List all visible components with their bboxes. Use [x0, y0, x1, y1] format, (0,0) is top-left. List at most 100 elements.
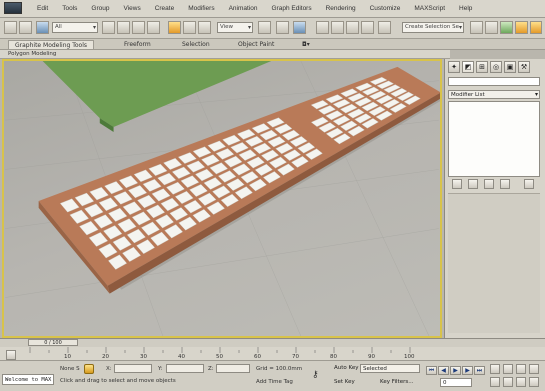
previous-frame-icon[interactable]: ◀	[438, 366, 449, 375]
zoom-extents-all-icon[interactable]	[529, 364, 539, 374]
tab-object-paint[interactable]: Object Paint	[232, 40, 280, 49]
menu-animation[interactable]: Animation	[222, 5, 265, 12]
render-icon[interactable]	[530, 21, 542, 34]
tick-label: 10	[64, 354, 71, 360]
maxscript-mini-listener[interactable]: Welcome to MAX	[2, 374, 54, 385]
key-mode-dropdown[interactable]: Selected	[360, 364, 420, 373]
zoom-extents-icon[interactable]	[516, 364, 526, 374]
pivot-point-icon[interactable]	[258, 21, 271, 34]
tick-label: 90	[368, 354, 375, 360]
menu-help[interactable]: Help	[452, 5, 479, 12]
set-key-button[interactable]: Set Key	[334, 379, 355, 385]
select-manipulate-icon[interactable]	[276, 21, 289, 34]
menu-views[interactable]: Views	[116, 5, 147, 12]
select-by-name-icon[interactable]	[117, 21, 130, 34]
select-and-rotate-icon[interactable]	[183, 21, 196, 34]
x-coord-label: X:	[106, 366, 112, 372]
zoom-all-icon[interactable]	[503, 364, 513, 374]
perspective-viewport[interactable]	[2, 59, 442, 338]
auto-key-button[interactable]: Auto Key	[334, 365, 359, 371]
menu-create[interactable]: Create	[148, 5, 182, 12]
ribbon-panel-label[interactable]: Polygon Modeling	[8, 51, 56, 57]
show-end-result-icon[interactable]	[468, 179, 478, 189]
add-time-tag[interactable]: Add Time Tag	[256, 379, 293, 385]
time-slider[interactable]	[0, 338, 545, 347]
modifier-list-dropdown[interactable]: Modifier List ▾	[448, 90, 540, 99]
menu-edit[interactable]: Edit	[30, 5, 55, 12]
snaps-toggle-icon[interactable]	[316, 21, 329, 34]
menu-customize[interactable]: Customize	[363, 5, 408, 12]
menu-modifiers[interactable]: Modifiers	[181, 5, 221, 12]
edit-named-selection-icon[interactable]	[378, 21, 391, 34]
y-coord-label: Y:	[158, 366, 163, 372]
mirror-icon[interactable]	[470, 21, 483, 34]
pan-view-icon[interactable]	[503, 377, 513, 387]
menu-tools[interactable]: Tools	[55, 5, 84, 12]
modifier-stack[interactable]	[448, 101, 540, 177]
render-setup-icon[interactable]	[515, 21, 528, 34]
make-unique-icon[interactable]	[484, 179, 494, 189]
menu-group[interactable]: Group	[84, 5, 116, 12]
rectangular-selection-icon[interactable]	[132, 21, 145, 34]
command-panel-tabs: ✦ ◩ ⊞ ◎ ▣ ⚒	[448, 61, 544, 73]
configure-modifier-sets-icon[interactable]	[524, 179, 534, 189]
chevron-down-icon: ▾	[534, 91, 538, 98]
tick-label: 30	[140, 354, 147, 360]
go-to-end-icon[interactable]: ⏭	[474, 366, 485, 375]
tab-freeform[interactable]: Freeform	[118, 40, 157, 49]
motion-tab-icon[interactable]: ◎	[490, 61, 502, 73]
utilities-tab-icon[interactable]: ⚒	[518, 61, 530, 73]
align-icon[interactable]	[485, 21, 498, 34]
named-selection-sets-dropdown[interactable]: Create Selection Se	[402, 22, 464, 33]
play-icon[interactable]: ▶	[450, 366, 461, 375]
angle-snap-icon[interactable]	[331, 21, 344, 34]
key-filters-button[interactable]: Key Filters...	[380, 379, 413, 385]
app-logo-icon[interactable]	[4, 2, 22, 14]
hierarchy-tab-icon[interactable]: ⊞	[476, 61, 488, 73]
go-to-start-icon[interactable]: ⏮	[426, 366, 437, 375]
link-icon[interactable]	[36, 21, 49, 34]
redo-icon[interactable]	[19, 21, 32, 34]
zoom-icon[interactable]	[490, 364, 500, 374]
material-editor-icon[interactable]	[500, 21, 513, 34]
select-and-scale-icon[interactable]	[198, 21, 211, 34]
modify-tab-icon[interactable]: ◩	[462, 61, 474, 73]
selection-filter-dropdown[interactable]: All	[52, 22, 98, 33]
field-of-view-icon[interactable]	[490, 377, 500, 387]
menu-items: Edit Tools Group Views Create Modifiers …	[30, 5, 479, 12]
tab-graphite-modeling-tools[interactable]: Graphite Modeling Tools	[8, 40, 95, 49]
menu-rendering[interactable]: Rendering	[319, 5, 363, 12]
ribbon-options-icon[interactable]: ◘▾	[296, 40, 316, 49]
y-coord-field[interactable]	[166, 364, 204, 373]
reference-coordinate-dropdown[interactable]: View	[217, 22, 253, 33]
object-name-field[interactable]	[448, 77, 540, 86]
select-and-move-icon[interactable]	[168, 21, 181, 34]
spinner-snap-icon[interactable]	[361, 21, 374, 34]
z-coord-field[interactable]	[216, 364, 250, 373]
tab-selection[interactable]: Selection	[176, 40, 216, 49]
next-frame-icon[interactable]: ▶	[462, 366, 473, 375]
maximize-viewport-icon[interactable]	[529, 377, 539, 387]
track-bar[interactable]	[0, 347, 545, 361]
menu-maxscript[interactable]: MAXScript	[407, 5, 452, 12]
window-crossing-icon[interactable]	[147, 21, 160, 34]
x-coord-field[interactable]	[114, 364, 152, 373]
ribbon-tabs: Graphite Modeling Tools Freeform Selecti…	[0, 39, 545, 50]
display-tab-icon[interactable]: ▣	[504, 61, 516, 73]
mat-object[interactable]	[42, 61, 272, 128]
orbit-icon[interactable]	[516, 377, 526, 387]
menu-graph-editors[interactable]: Graph Editors	[265, 5, 319, 12]
main-toolbar: All View Create Selection Se	[0, 18, 545, 39]
pin-stack-icon[interactable]	[452, 179, 462, 189]
create-tab-icon[interactable]: ✦	[448, 61, 460, 73]
select-object-icon[interactable]	[102, 21, 115, 34]
set-key-icon[interactable]: ⚷	[312, 370, 319, 380]
current-frame-field[interactable]: 0	[440, 378, 472, 387]
percent-snap-icon[interactable]	[346, 21, 359, 34]
undo-icon[interactable]	[4, 21, 17, 34]
keyboard-shortcut-override-icon[interactable]	[293, 21, 306, 34]
time-slider-thumb[interactable]: 0 / 100	[28, 339, 78, 346]
selection-lock-icon[interactable]	[84, 364, 94, 374]
mini-curve-editor-icon[interactable]	[6, 350, 16, 360]
remove-modifier-icon[interactable]	[500, 179, 510, 189]
